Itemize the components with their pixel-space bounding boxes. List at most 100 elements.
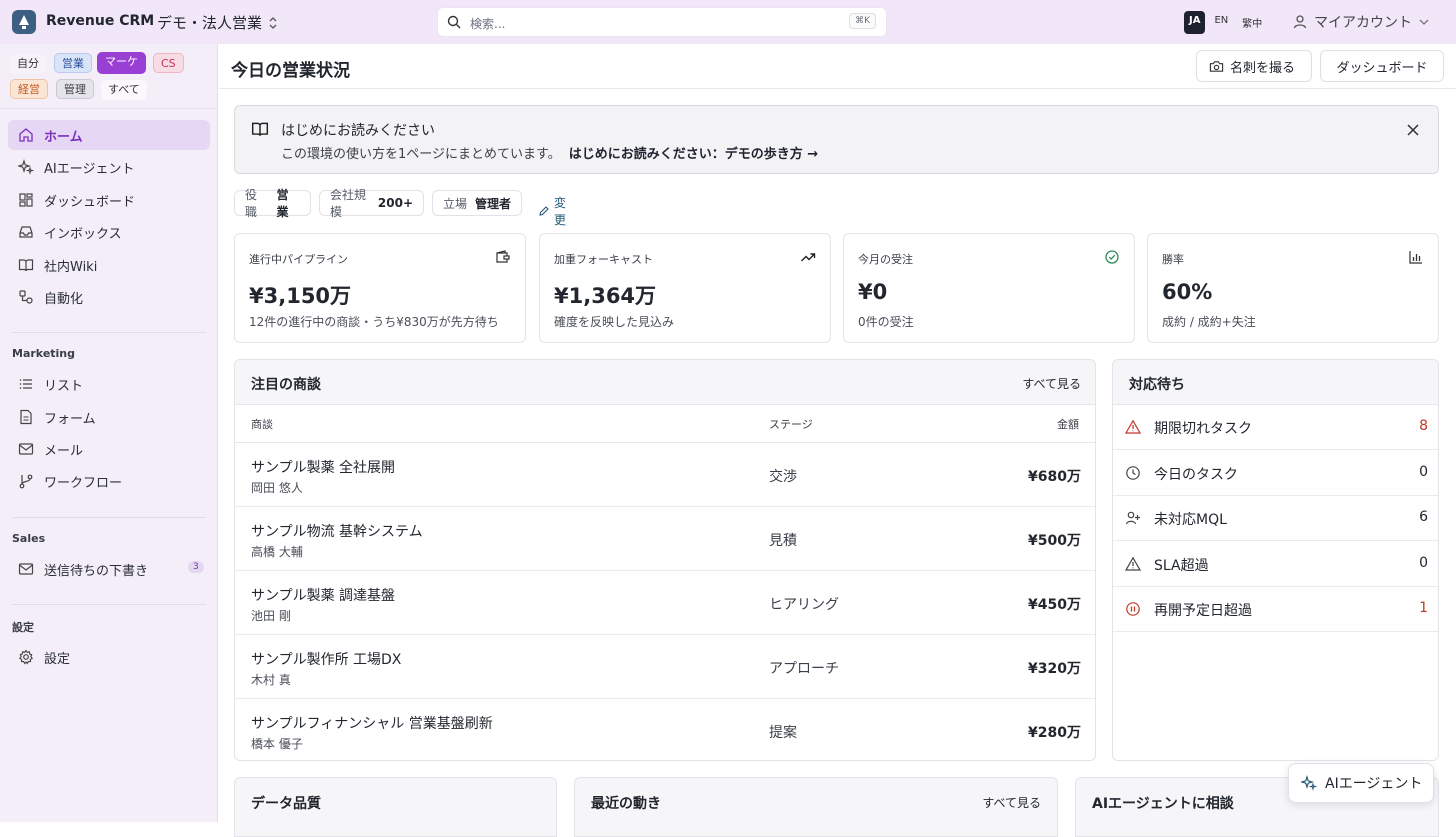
sidebar-item-mail[interactable]: メール — [8, 434, 210, 464]
sparkles-icon — [18, 159, 34, 175]
deal-stage: 提案 — [769, 725, 797, 741]
pending-item-sla-exceeded[interactable]: SLA超過 0 — [1113, 542, 1438, 587]
main-content: 今日の営業状況 名刺を撮る ダッシュボード はじめにお読みください この環境の使… — [219, 44, 1456, 837]
role-chip-all[interactable]: すべて — [101, 80, 147, 100]
sidebar-item-home[interactable]: ホーム — [8, 120, 210, 150]
deal-owner: 橋本 優子 — [251, 737, 303, 751]
inbox-icon — [18, 224, 34, 240]
sidebar-item-label: リスト — [44, 379, 84, 394]
app-title[interactable]: Revenue CRM — [46, 13, 154, 29]
kpi-card-forecast[interactable]: 加重フォーキャスト ¥1,364万 確度を反映した見込み — [539, 233, 831, 343]
user-icon — [1292, 14, 1308, 30]
kpi-card-won-this-month[interactable]: 今月の受注 ¥0 0件の受注 — [843, 233, 1135, 343]
table-row[interactable]: サンプル製薬 全社展開 岡田 悠人 交渉 ¥680万 — [235, 443, 1095, 507]
role-chip-admin[interactable]: 管理 — [56, 79, 94, 99]
check-circle-icon — [1104, 249, 1120, 265]
sidebar-item-settings[interactable]: 設定 — [8, 642, 210, 672]
sidebar-item-workflow[interactable]: ワークフロー — [8, 466, 210, 496]
language-switcher: JA EN 繁中 — [1184, 11, 1267, 34]
warning-triangle-icon — [1125, 556, 1141, 572]
workspace-switcher[interactable]: デモ・法人営業 — [157, 12, 277, 33]
change-filters-link[interactable]: 変更 — [538, 194, 566, 228]
deal-name: サンプル製薬 全社展開 — [251, 460, 396, 476]
trend-up-icon — [800, 249, 816, 265]
table-row[interactable]: サンプル製薬 調達基盤 池田 剛 ヒアリング ¥450万 — [235, 571, 1095, 635]
recent-activity-panel: 最近の動き すべて見る — [574, 777, 1058, 837]
sidebar-item-dashboard[interactable]: ダッシュボード — [8, 185, 210, 215]
lang-en[interactable]: EN — [1209, 11, 1233, 34]
sidebar-item-wiki[interactable]: 社内Wiki — [8, 250, 210, 280]
automation-icon — [18, 289, 34, 305]
column-header-deal[interactable]: 商談 — [251, 416, 273, 432]
sidebar-item-ai-agent[interactable]: AIエージェント — [8, 152, 210, 182]
sidebar-item-label: フォーム — [44, 412, 96, 427]
chevron-up-down-icon — [269, 16, 277, 29]
pending-item-count: 8 — [1419, 418, 1428, 434]
kpi-subtext: 0件の受注 — [858, 315, 914, 329]
account-label: マイアカウント — [1314, 15, 1412, 31]
sidebar-section-sales: Sales — [12, 532, 46, 545]
filter-chip-role[interactable]: 役職 営業 — [234, 188, 311, 219]
pending-item-count: 1 — [1419, 600, 1428, 616]
role-chip-marketing[interactable]: マーケ — [97, 52, 146, 74]
role-chip-me[interactable]: 自分 — [10, 54, 46, 74]
banner-description: この環境の使い方を1ページにまとめています。 はじめにお読みください：デモの歩き方… — [281, 143, 818, 162]
bar-chart-icon — [1408, 249, 1424, 265]
filter-label: 立場 — [443, 196, 468, 211]
page-header: 今日の営業状況 名刺を撮る ダッシュボード — [219, 44, 1456, 89]
search-input[interactable]: 検索... ⌘K — [437, 7, 887, 37]
role-chip-exec[interactable]: 経営 — [10, 79, 48, 99]
sidebar-section-settings: 設定 — [12, 621, 34, 634]
sidebar-item-drafts[interactable]: 送信待ちの下書き 3 — [8, 554, 210, 584]
ai-agent-floating-button[interactable]: AIエージェント — [1288, 763, 1434, 803]
lang-ja[interactable]: JA — [1184, 11, 1206, 34]
table-row[interactable]: サンプル物流 基幹システム 高橋 大輔 見積 ¥500万 — [235, 507, 1095, 571]
kpi-card-win-rate[interactable]: 勝率 60% 成約 / 成約+失注 — [1147, 233, 1439, 343]
list-icon — [18, 376, 34, 392]
view-all-activity-link[interactable]: すべて見る — [982, 794, 1041, 811]
sidebar-item-forms[interactable]: フォーム — [8, 402, 210, 432]
deal-amount: ¥500万 — [1028, 533, 1081, 549]
banner-text: この環境の使い方を1ページにまとめています。 — [281, 147, 561, 162]
filter-chip-position[interactable]: 立場 管理者 — [432, 190, 522, 216]
drafts-count-badge: 3 — [188, 561, 204, 573]
sidebar-item-label: 送信待ちの下書き — [44, 564, 149, 579]
sidebar-item-inbox[interactable]: インボックス — [8, 217, 210, 247]
dashboard-button[interactable]: ダッシュボード — [1320, 50, 1444, 82]
role-chip-sales[interactable]: 営業 — [54, 53, 92, 73]
sidebar-item-automation[interactable]: 自動化 — [8, 282, 210, 312]
banner-title: はじめにお読みください — [281, 123, 435, 139]
warning-triangle-icon — [1125, 419, 1141, 435]
filter-chip-company-size[interactable]: 会社規模 200+ — [319, 188, 424, 219]
role-chip-cs[interactable]: CS — [153, 53, 184, 73]
column-header-stage[interactable]: ステージ — [769, 416, 813, 432]
sidebar-divider — [12, 517, 206, 518]
panel-title: AIエージェントに相談 — [1092, 796, 1234, 812]
app-logo-icon[interactable] — [12, 10, 36, 34]
pending-item-unhandled-mql[interactable]: 未対応MQL 6 — [1113, 496, 1438, 541]
close-icon[interactable] — [1406, 123, 1420, 137]
deal-stage: ヒアリング — [769, 597, 839, 613]
search-icon — [446, 14, 462, 30]
banner-link[interactable]: はじめにお読みください：デモの歩き方 → — [569, 147, 818, 162]
workspace-name: デモ・法人営業 — [157, 14, 263, 32]
view-all-deals-link[interactable]: すべて見る — [1022, 375, 1081, 392]
scan-business-card-button[interactable]: 名刺を撮る — [1196, 50, 1312, 82]
deal-name: サンプル製作所 工場DX — [251, 652, 402, 668]
git-branch-icon — [18, 473, 34, 489]
filter-value: 営業 — [276, 188, 289, 219]
column-header-amount[interactable]: 金額 — [1057, 416, 1079, 432]
deal-name: サンプル物流 基幹システム — [251, 524, 423, 540]
account-menu[interactable]: マイアカウント — [1292, 12, 1430, 32]
lang-zh-hant[interactable]: 繁中 — [1237, 11, 1267, 34]
sidebar-item-label: ワークフロー — [44, 476, 123, 491]
table-row[interactable]: サンプル製作所 工場DX 木村 真 アプローチ ¥320万 — [235, 635, 1095, 699]
home-icon — [18, 127, 34, 143]
sidebar-item-lists[interactable]: リスト — [8, 369, 210, 399]
kpi-card-pipeline[interactable]: 進行中パイプライン ¥3,150万 12件の進行中の商談・うち¥830万が先方待… — [234, 233, 526, 343]
table-row[interactable]: サンプルフィナンシャル 営業基盤刷新 橋本 優子 提案 ¥280万 — [235, 699, 1095, 760]
pending-item-reopen-overdue[interactable]: 再開予定日超過 1 — [1113, 587, 1438, 632]
pending-item-overdue-tasks[interactable]: 期限切れタスク 8 — [1113, 405, 1438, 450]
deal-owner: 高橋 大輔 — [251, 545, 303, 559]
pending-item-today-tasks[interactable]: 今日のタスク 0 — [1113, 451, 1438, 496]
